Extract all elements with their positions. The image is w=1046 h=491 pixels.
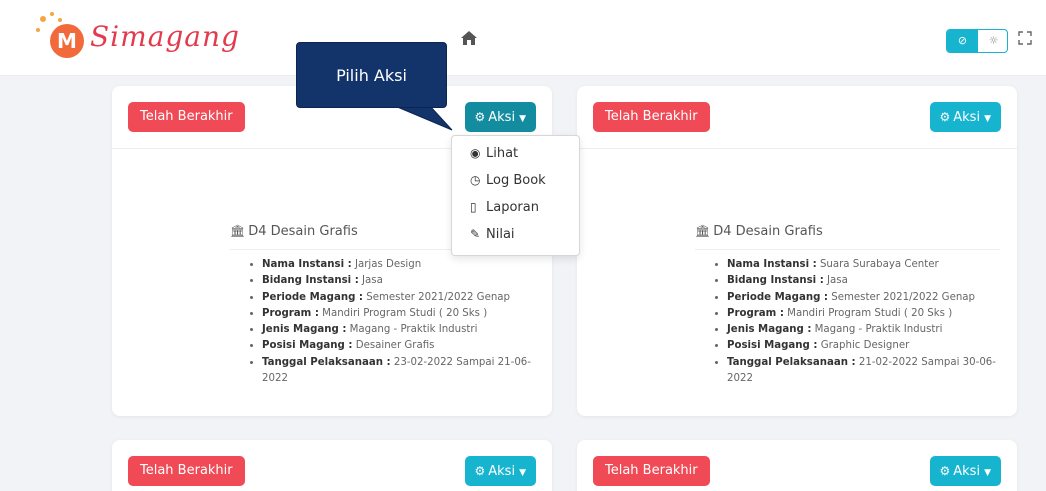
study-program: 🏛 D4 Desain Grafis: [695, 224, 823, 239]
internship-card: Telah Berakhir ⚙ Aksi ▼: [112, 440, 552, 491]
detail-item: Posisi Magang : Graphic Designer: [727, 338, 1007, 354]
status-badge: Telah Berakhir: [593, 102, 710, 132]
detail-item: Bidang Instansi : Jasa: [262, 273, 542, 289]
study-program: 🏛 D4 Desain Grafis: [230, 224, 358, 239]
status-badge: Telah Berakhir: [593, 456, 710, 486]
internship-card: Telah Berakhir ⚙ Aksi ▼ 🏛 D4 Desain Grafis …: [577, 86, 1017, 416]
menu-item-lihat[interactable]: ◉ Lihat: [470, 146, 518, 161]
study-program-label: D4 Desain Grafis: [713, 224, 823, 239]
menu-item-log-book[interactable]: ◷ Log Book: [470, 173, 546, 188]
aksi-dropdown-button[interactable]: ⚙ Aksi ▼: [464, 456, 536, 486]
detail-item: Posisi Magang : Desainer Grafis: [262, 338, 542, 354]
light-mode-icon[interactable]: ☼: [978, 30, 1007, 52]
status-badge: Telah Berakhir: [128, 456, 245, 486]
top-navbar: M Simagang ⊘ ☼: [0, 0, 1046, 76]
caret-down-icon: ▼: [519, 114, 526, 124]
brand-name: Simagang: [90, 20, 240, 53]
detail-item: Nama Instansi : Suara Surabaya Center: [727, 257, 1007, 273]
menu-item-laporan[interactable]: ▯ Laporan: [470, 200, 539, 215]
cogs-icon: ⚙: [474, 464, 486, 478]
detail-item: Bidang Instansi : Jasa: [727, 273, 1007, 289]
caret-down-icon: ▼: [519, 468, 526, 478]
edit-icon: ✎: [470, 227, 481, 241]
internship-details: Nama Instansi : Suara Surabaya Center Bi…: [715, 257, 1007, 387]
detail-item: Tanggal Pelaksanaan : 23-02-2022 Sampai …: [262, 355, 542, 388]
clock-icon: ◷: [470, 173, 481, 187]
app-logo[interactable]: M Simagang: [36, 12, 239, 64]
detail-item: Periode Magang : Semester 2021/2022 Gena…: [262, 290, 542, 306]
divider: [695, 249, 1000, 250]
aksi-label: Aksi: [953, 464, 981, 479]
caret-down-icon: ▼: [984, 468, 991, 478]
divider: [577, 148, 1017, 149]
detail-item: Jenis Magang : Magang - Praktik Industri: [727, 322, 1007, 338]
cogs-icon: ⚙: [474, 110, 486, 124]
aksi-label: Aksi: [488, 110, 516, 125]
home-icon[interactable]: [460, 30, 478, 51]
caret-down-icon: ▼: [984, 114, 991, 124]
callout-label: Pilih Aksi: [336, 66, 407, 85]
fullscreen-icon[interactable]: [1018, 31, 1032, 49]
theme-toggle[interactable]: ⊘ ☼: [946, 29, 1008, 53]
aksi-label: Aksi: [488, 464, 516, 479]
file-icon: ▯: [470, 200, 477, 214]
callout-annotation: Pilih Aksi: [296, 42, 447, 108]
aksi-dropdown-button[interactable]: ⚙ Aksi ▼: [929, 102, 1001, 132]
internship-details: Nama Instansi : Jarjas Design Bidang Ins…: [250, 257, 542, 387]
cogs-icon: ⚙: [939, 464, 951, 478]
menu-item-nilai[interactable]: ✎ Nilai: [470, 227, 515, 242]
university-icon: 🏛: [230, 224, 246, 238]
university-icon: 🏛: [695, 224, 711, 238]
status-badge: Telah Berakhir: [128, 102, 245, 132]
dark-mode-icon[interactable]: ⊘: [947, 30, 978, 52]
detail-item: Program : Mandiri Program Studi ( 20 Sks…: [262, 306, 542, 322]
aksi-dropdown-button[interactable]: ⚙ Aksi ▼: [464, 102, 536, 132]
detail-item: Tanggal Pelaksanaan : 21-02-2022 Sampai …: [727, 355, 1007, 388]
detail-item: Periode Magang : Semester 2021/2022 Gena…: [727, 290, 1007, 306]
internship-card: Telah Berakhir ⚙ Aksi ▼: [577, 440, 1017, 491]
aksi-dropdown-menu: ◉ Lihat ◷ Log Book ▯ Laporan ✎ Nilai: [451, 135, 580, 256]
study-program-label: D4 Desain Grafis: [248, 224, 358, 239]
aksi-dropdown-button[interactable]: ⚙ Aksi ▼: [929, 456, 1001, 486]
eye-icon: ◉: [470, 146, 481, 160]
detail-item: Jenis Magang : Magang - Praktik Industri: [262, 322, 542, 338]
detail-item: Program : Mandiri Program Studi ( 20 Sks…: [727, 306, 1007, 322]
logo-badge: M: [50, 24, 84, 58]
detail-item: Nama Instansi : Jarjas Design: [262, 257, 542, 273]
aksi-label: Aksi: [953, 110, 981, 125]
cogs-icon: ⚙: [939, 110, 951, 124]
